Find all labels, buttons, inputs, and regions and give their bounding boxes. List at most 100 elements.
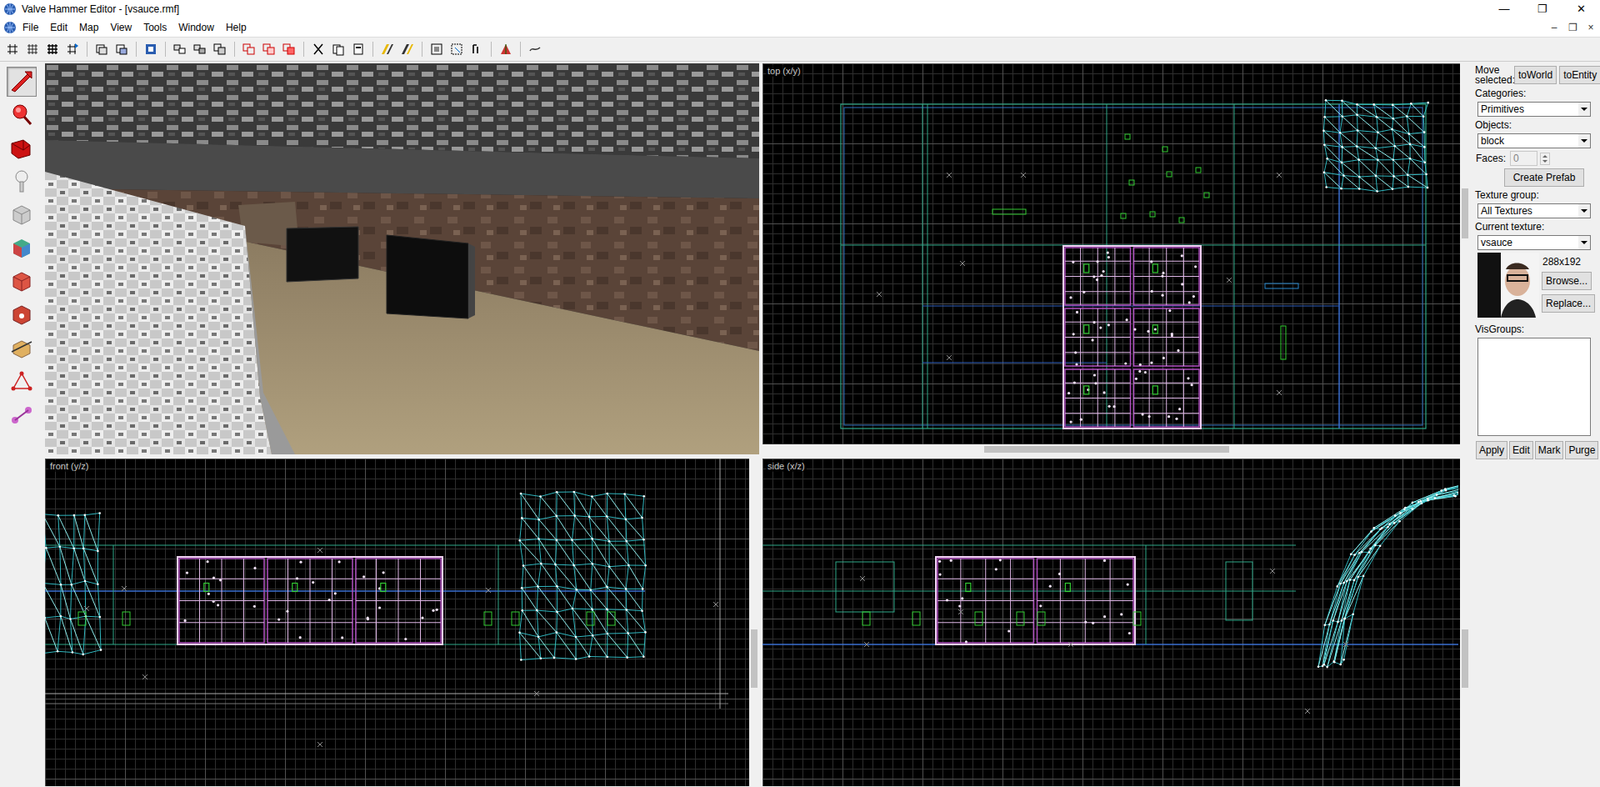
toolbar-button[interactable] xyxy=(92,40,111,59)
menu-item[interactable]: Tools xyxy=(137,20,173,35)
toolbar-button[interactable] xyxy=(240,40,259,59)
menu-item[interactable]: File xyxy=(16,20,45,35)
replace-button[interactable]: Replace... xyxy=(1541,294,1595,313)
menu-item[interactable]: Help xyxy=(220,20,253,35)
viewport-label: side (x/z) xyxy=(765,460,807,472)
toolbar-button[interactable] xyxy=(190,40,210,59)
visgroup-apply-button[interactable]: Apply xyxy=(1475,440,1508,460)
toolbar-icon xyxy=(430,42,444,56)
toolbar-button[interactable] xyxy=(447,40,466,59)
vertical-scrollbar[interactable] xyxy=(749,458,760,786)
visgroups-list[interactable] xyxy=(1477,337,1591,436)
toolbar-button[interactable] xyxy=(63,40,82,59)
toolbar-button[interactable] xyxy=(427,40,446,59)
toolbar-icon xyxy=(45,42,60,56)
menu-item[interactable]: Edit xyxy=(44,20,74,35)
objects-label: Objects: xyxy=(1474,119,1600,131)
faces-spinner[interactable] xyxy=(1540,152,1550,165)
objects-dropdown[interactable]: block xyxy=(1477,133,1591,149)
tool-button[interactable] xyxy=(6,266,37,297)
toolbar-button[interactable] xyxy=(467,40,486,59)
doc-restore-button[interactable]: ❐ xyxy=(1563,21,1582,34)
create-prefab-button[interactable]: Create Prefab xyxy=(1504,168,1585,187)
scroll-thumb[interactable] xyxy=(1461,188,1469,239)
doc-minimize-button[interactable]: – xyxy=(1545,21,1564,34)
toolbar-button[interactable] xyxy=(23,40,42,59)
to-world-button[interactable]: toWorld xyxy=(1514,65,1557,85)
toolbar-icon xyxy=(380,42,395,56)
menu-item[interactable]: Window xyxy=(172,20,220,35)
vertical-scrollbar[interactable] xyxy=(1460,458,1470,786)
decal-icon xyxy=(8,301,35,329)
visgroup-mark-button[interactable]: Mark xyxy=(1535,440,1565,460)
front-view[interactable]: front (y/z) xyxy=(45,458,760,786)
tool-button[interactable] xyxy=(6,366,37,397)
toolbar-icon xyxy=(282,42,296,56)
faces-row: Faces:0 xyxy=(1474,150,1600,166)
tool-button[interactable] xyxy=(6,333,37,364)
visgroup-purge-button[interactable]: Purge xyxy=(1565,440,1599,460)
arrow-shape xyxy=(1580,139,1588,143)
texture-group-dropdown[interactable]: All Textures xyxy=(1477,203,1591,219)
toolbar-button[interactable] xyxy=(43,40,62,59)
toolbar-button[interactable] xyxy=(329,40,348,59)
toolbar-button[interactable] xyxy=(260,40,279,59)
menu-item[interactable]: View xyxy=(104,20,138,35)
camera-view[interactable] xyxy=(45,63,760,455)
toolbar-button[interactable] xyxy=(141,40,160,59)
tool-button[interactable] xyxy=(6,400,37,430)
categories-label: Categories: xyxy=(1474,87,1600,100)
toolbar-button[interactable] xyxy=(525,40,545,59)
toolbar-icon xyxy=(173,42,187,56)
toolbar-button[interactable] xyxy=(398,40,417,59)
visgroup-edit-button[interactable]: Edit xyxy=(1509,440,1534,460)
scroll-thumb[interactable] xyxy=(984,445,1230,453)
spin-up-icon xyxy=(1542,155,1548,158)
scroll-thumb[interactable] xyxy=(1461,629,1469,688)
browse-button[interactable]: Browse... xyxy=(1541,271,1592,290)
tool-button[interactable] xyxy=(6,133,37,164)
texture-size: 288x192 xyxy=(1541,252,1581,268)
minimize-button[interactable]: — xyxy=(1485,0,1524,19)
arrow-shape xyxy=(1580,209,1588,213)
toolbar-icon xyxy=(213,42,227,56)
current-texture-dropdown[interactable]: vsauce xyxy=(1477,235,1591,250)
toolbar-separator xyxy=(135,41,137,57)
tool-button[interactable] xyxy=(6,233,37,264)
toolbar-button[interactable] xyxy=(112,40,131,59)
tool-button[interactable] xyxy=(6,200,37,230)
toolbar-button[interactable] xyxy=(210,40,230,59)
toolbar-button[interactable] xyxy=(496,40,515,59)
menu-item[interactable]: Map xyxy=(73,20,105,35)
toolbar-separator xyxy=(234,41,235,57)
title-bar: Valve Hammer Editor - [vsauce.rmf]—❐✕ xyxy=(0,0,1600,19)
maximize-button[interactable]: ❐ xyxy=(1523,0,1562,19)
toolbar-button[interactable] xyxy=(3,40,22,59)
arrow-shape xyxy=(1580,240,1588,245)
doc-close-button[interactable]: × xyxy=(1581,21,1600,34)
close-button[interactable]: ✕ xyxy=(1561,0,1600,19)
categories-dropdown[interactable]: Primitives xyxy=(1477,101,1591,117)
tool-button[interactable] xyxy=(6,66,37,97)
document-icon xyxy=(3,20,17,35)
tool-button[interactable] xyxy=(6,100,37,130)
toolbar-button[interactable] xyxy=(349,40,368,59)
workspace: top (x/y)front (y/z)side (x/z)Move selec… xyxy=(0,61,1600,787)
faces-field[interactable]: 0 xyxy=(1510,150,1538,166)
toolbar-button[interactable] xyxy=(170,40,190,59)
tool-button[interactable] xyxy=(6,166,37,197)
vertical-scrollbar[interactable] xyxy=(1460,63,1470,455)
top-view[interactable]: top (x/y) xyxy=(762,63,1470,455)
horizontal-scrollbar[interactable] xyxy=(762,444,1460,455)
vertex-icon xyxy=(8,368,35,395)
scroll-thumb[interactable] xyxy=(750,629,758,688)
toolbar-button[interactable] xyxy=(309,40,328,59)
toolbar-button[interactable] xyxy=(280,40,299,59)
toolbar-button[interactable] xyxy=(378,40,397,59)
toolbar-separator xyxy=(165,41,166,57)
3d-scene xyxy=(45,63,760,455)
to-entity-button[interactable]: toEntity xyxy=(1559,65,1600,85)
texture-icon xyxy=(8,235,35,262)
side-view[interactable]: side (x/z) xyxy=(762,458,1470,786)
tool-button[interactable] xyxy=(6,300,37,330)
